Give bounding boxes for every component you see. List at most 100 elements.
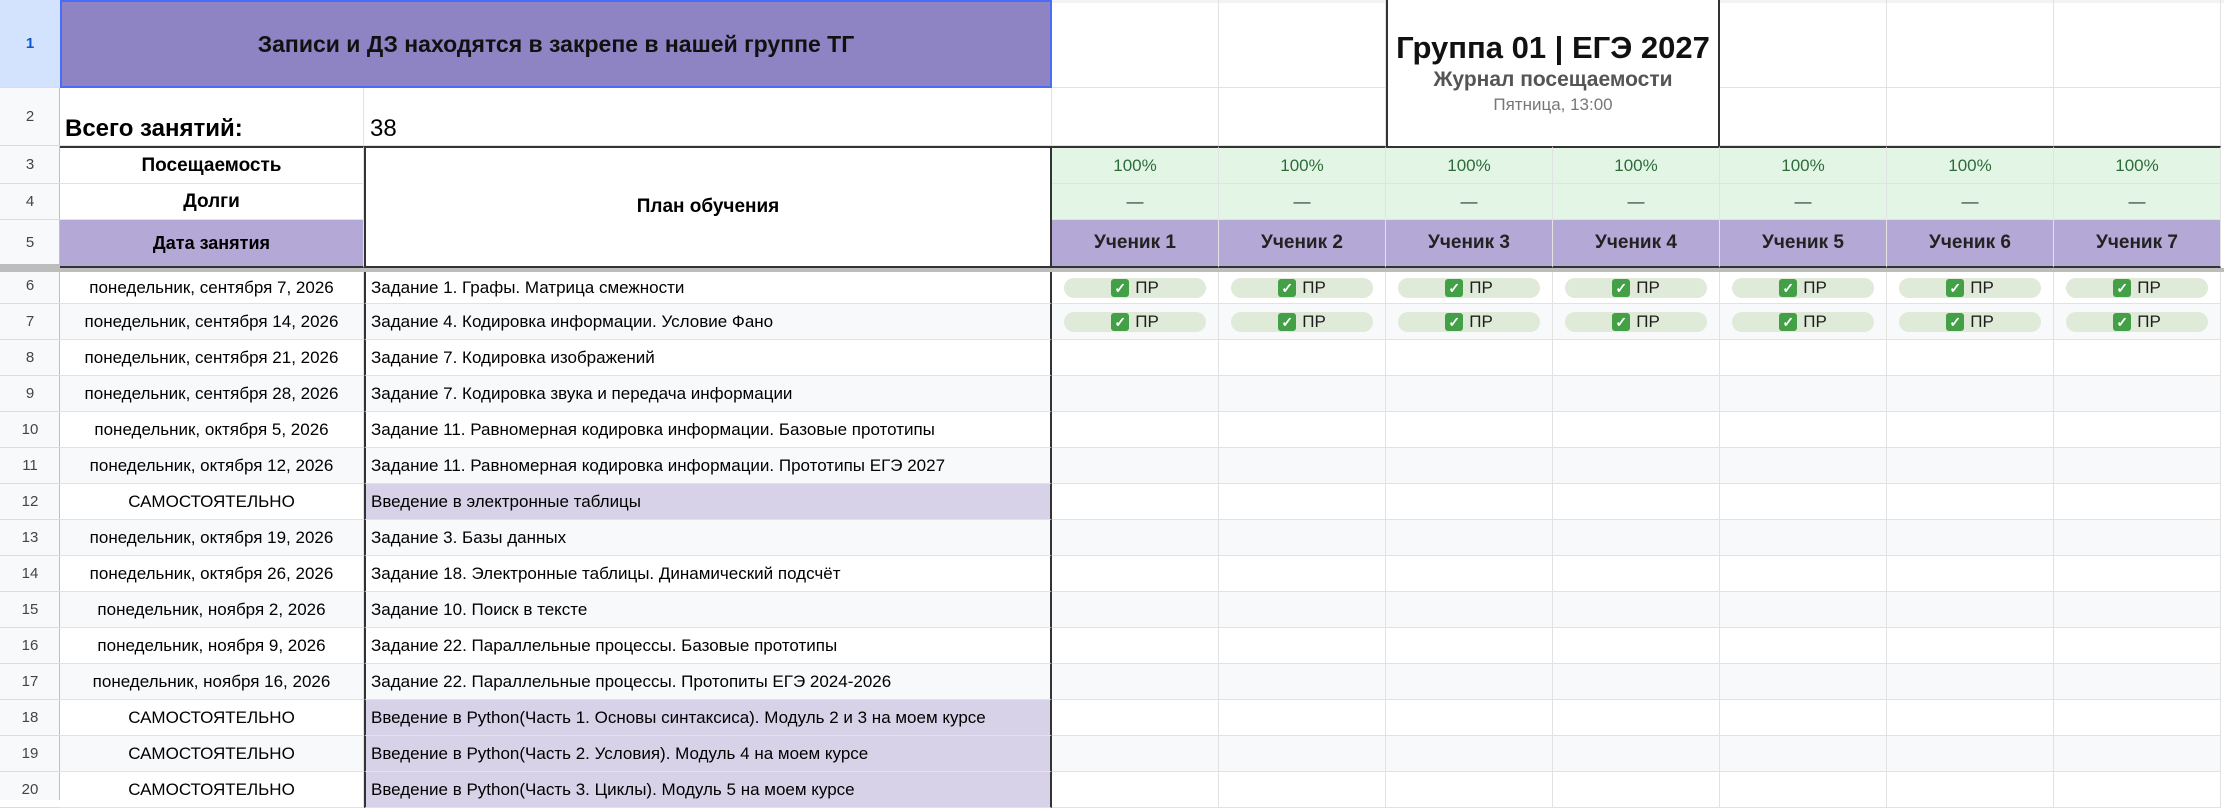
empty-cell[interactable]	[1052, 88, 1219, 146]
lesson-topic[interactable]: Задание 18. Электронные таблицы. Динамич…	[364, 556, 1052, 592]
attendance-cell[interactable]	[1553, 772, 1720, 808]
lesson-date[interactable]: понедельник, ноября 9, 2026	[60, 628, 364, 664]
row-number[interactable]: 9	[0, 376, 60, 412]
attendance-cell[interactable]	[1219, 772, 1386, 808]
attendance-chip[interactable]: ✓ ПР	[2066, 311, 2208, 332]
student-name-header[interactable]: Ученик 1	[1052, 220, 1219, 268]
attendance-cell[interactable]	[1553, 484, 1720, 520]
row-number[interactable]: 7	[0, 304, 60, 340]
attendance-cell[interactable]	[1720, 412, 1887, 448]
lesson-date[interactable]: понедельник, ноября 16, 2026	[60, 664, 364, 700]
empty-cell[interactable]	[1052, 0, 1219, 88]
student-name-header[interactable]: Ученик 6	[1887, 220, 2054, 268]
student-name-header[interactable]: Ученик 4	[1553, 220, 1720, 268]
attendance-cell[interactable]	[1887, 484, 2054, 520]
empty-cell[interactable]	[1219, 0, 1386, 88]
attendance-cell[interactable]	[1219, 376, 1386, 412]
lesson-topic[interactable]: Введение в Python(Часть 2. Условия). Мод…	[364, 736, 1052, 772]
lesson-date[interactable]: понедельник, октября 19, 2026	[60, 520, 364, 556]
lesson-topic[interactable]: Задание 11. Равномерная кодировка информ…	[364, 448, 1052, 484]
student-name-header[interactable]: Ученик 5	[1720, 220, 1887, 268]
lesson-date[interactable]: понедельник, октября 26, 2026	[60, 556, 364, 592]
attendance-cell[interactable]	[1052, 376, 1219, 412]
empty-cell[interactable]	[1720, 88, 1887, 146]
attendance-chip[interactable]: ✓ ПР	[1064, 311, 1206, 332]
lesson-date[interactable]: понедельник, сентября 14, 2026	[60, 304, 364, 340]
attendance-cell[interactable]	[1386, 376, 1553, 412]
row-number[interactable]: 4	[0, 184, 60, 220]
attendance-cell[interactable]	[1553, 412, 1720, 448]
attendance-cell[interactable]	[1219, 340, 1386, 376]
attendance-cell[interactable]	[1219, 484, 1386, 520]
row-number[interactable]: 11	[0, 448, 60, 484]
empty-cell[interactable]	[2054, 88, 2221, 146]
row-number[interactable]: 14	[0, 556, 60, 592]
attendance-cell[interactable]: ✓ ПР	[1720, 304, 1887, 340]
empty-cell[interactable]	[1887, 0, 2054, 88]
banner-cell[interactable]: Записи и ДЗ находятся в закрепе в нашей …	[60, 0, 1052, 88]
row-number[interactable]: 20	[0, 772, 60, 808]
row-number[interactable]: 18	[0, 700, 60, 736]
attendance-cell[interactable]	[1052, 736, 1219, 772]
total-lessons-value[interactable]: 38	[364, 88, 1052, 146]
attendance-chip[interactable]: ✓ ПР	[1565, 277, 1707, 298]
attendance-cell[interactable]	[1887, 340, 2054, 376]
attendance-cell[interactable]	[1720, 736, 1887, 772]
attendance-cell[interactable]	[1887, 664, 2054, 700]
attendance-cell[interactable]	[1720, 592, 1887, 628]
attendance-chip[interactable]: ✓ ПР	[1398, 277, 1540, 298]
attendance-chip[interactable]: ✓ ПР	[1231, 311, 1373, 332]
lesson-date[interactable]: САМОСТОЯТЕЛЬНО	[60, 772, 364, 808]
attendance-cell[interactable]	[1219, 412, 1386, 448]
attendance-cell[interactable]	[1720, 340, 1887, 376]
row-number[interactable]: 17	[0, 664, 60, 700]
attendance-chip[interactable]: ✓ ПР	[1064, 277, 1206, 298]
row-number[interactable]: 12	[0, 484, 60, 520]
student-name-header[interactable]: Ученик 3	[1386, 220, 1553, 268]
attendance-cell[interactable]	[1887, 412, 2054, 448]
attendance-cell[interactable]	[1052, 664, 1219, 700]
attendance-cell[interactable]: ✓ ПР	[1052, 272, 1219, 304]
lesson-topic[interactable]: Введение в электронные таблицы	[364, 484, 1052, 520]
attendance-cell[interactable]	[1553, 664, 1720, 700]
attendance-cell[interactable]	[1052, 448, 1219, 484]
attendance-cell[interactable]	[1052, 700, 1219, 736]
attendance-cell[interactable]	[1720, 556, 1887, 592]
attendance-cell[interactable]	[2054, 412, 2221, 448]
attendance-cell[interactable]	[1219, 628, 1386, 664]
attendance-cell[interactable]	[1887, 556, 2054, 592]
attendance-chip[interactable]: ✓ ПР	[1899, 311, 2041, 332]
attendance-cell[interactable]	[1386, 448, 1553, 484]
attendance-cell[interactable]	[1553, 376, 1720, 412]
attendance-cell[interactable]	[1386, 340, 1553, 376]
attendance-cell[interactable]	[2054, 772, 2221, 808]
attendance-cell[interactable]	[1887, 448, 2054, 484]
attendance-chip[interactable]: ✓ ПР	[1732, 277, 1874, 298]
attendance-cell[interactable]: ✓ ПР	[1887, 272, 2054, 304]
attendance-cell[interactable]	[1219, 520, 1386, 556]
lesson-topic[interactable]: Задание 7. Кодировка изображений	[364, 340, 1052, 376]
row-number[interactable]: 13	[0, 520, 60, 556]
row-number[interactable]: 8	[0, 340, 60, 376]
attendance-cell[interactable]	[1052, 628, 1219, 664]
lesson-date[interactable]: понедельник, ноября 2, 2026	[60, 592, 364, 628]
row-number[interactable]: 1	[0, 0, 60, 88]
attendance-cell[interactable]	[2054, 592, 2221, 628]
attendance-cell[interactable]: ✓ ПР	[1219, 304, 1386, 340]
attendance-cell[interactable]	[1386, 700, 1553, 736]
lesson-date[interactable]: понедельник, октября 12, 2026	[60, 448, 364, 484]
empty-cell[interactable]	[1219, 88, 1386, 146]
attendance-cell[interactable]	[1887, 520, 2054, 556]
lesson-topic[interactable]: Задание 1. Графы. Матрица смежности	[364, 272, 1052, 304]
attendance-cell[interactable]	[2054, 448, 2221, 484]
lesson-topic[interactable]: Введение в Python(Часть 1. Основы синтак…	[364, 700, 1052, 736]
attendance-cell[interactable]	[1219, 592, 1386, 628]
attendance-cell[interactable]	[1887, 376, 2054, 412]
attendance-cell[interactable]	[1052, 772, 1219, 808]
attendance-cell[interactable]	[2054, 520, 2221, 556]
attendance-cell[interactable]	[2054, 484, 2221, 520]
attendance-cell[interactable]: ✓ ПР	[1720, 272, 1887, 304]
attendance-cell[interactable]	[1219, 736, 1386, 772]
attendance-cell[interactable]: ✓ ПР	[1219, 272, 1386, 304]
attendance-cell[interactable]	[1887, 628, 2054, 664]
